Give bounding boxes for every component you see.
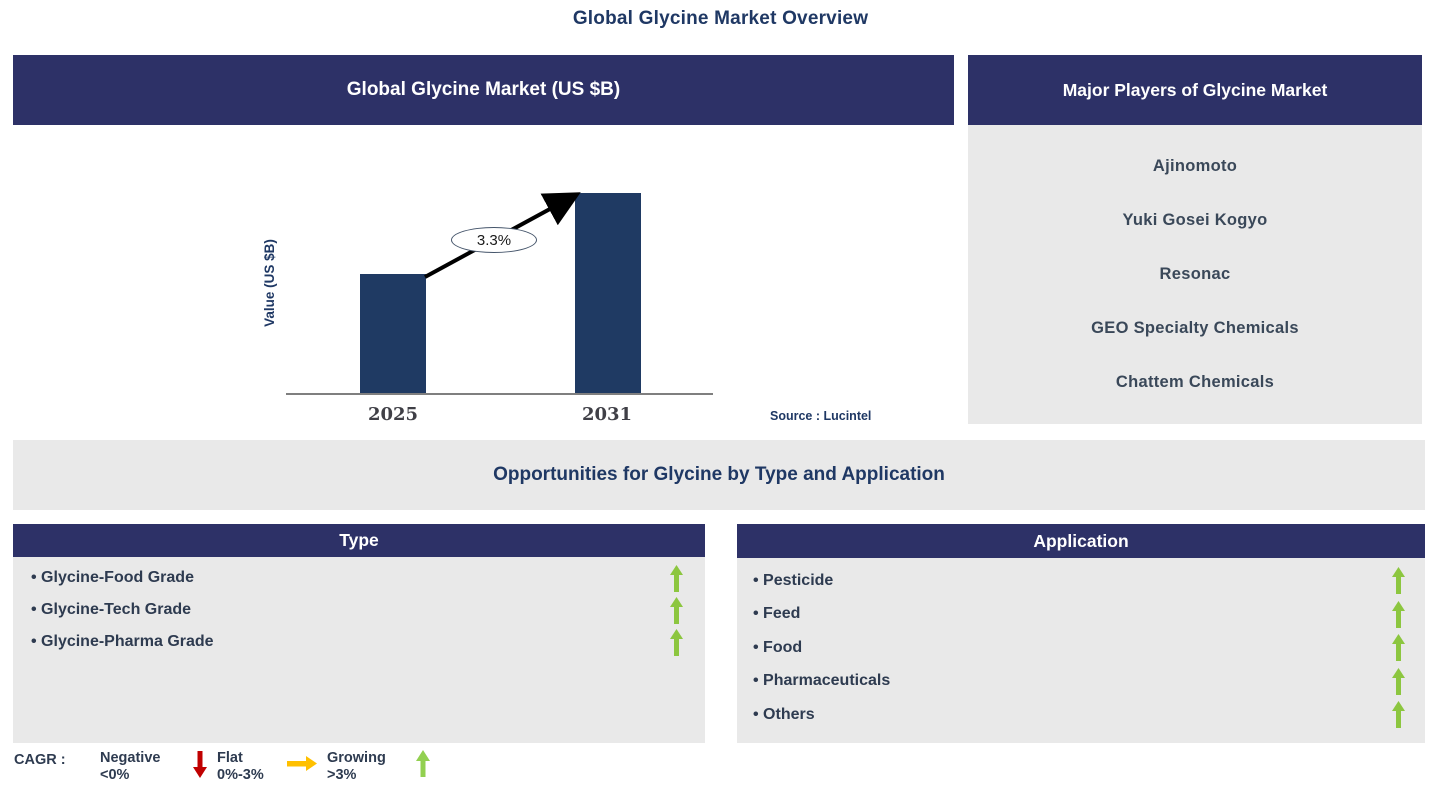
application-item-label: Pesticide	[753, 572, 1392, 590]
growing-up-arrow-icon	[1392, 701, 1405, 729]
application-item-row: Feed	[753, 598, 1405, 632]
players-panel-header: Major Players of Glycine Market	[968, 55, 1422, 125]
player-name: Chattem Chemicals	[1115, 373, 1275, 392]
type-item-row: Glycine-Pharma Grade	[31, 626, 683, 658]
growing-up-arrow-icon	[670, 596, 683, 624]
growing-up-arrow-icon	[670, 628, 683, 656]
growing-up-arrow-icon	[1392, 600, 1405, 628]
application-item-row: Food	[753, 631, 1405, 665]
application-panel-body: Pesticide Feed Food Pharmaceuticals Othe…	[737, 558, 1425, 743]
type-panel-body: Glycine-Food Grade Glycine-Tech Grade Gl…	[13, 557, 705, 743]
x-tick-2031: 2031	[581, 404, 633, 425]
player-name: Yuki Gosei Kogyo	[1122, 210, 1268, 229]
application-item-row: Pesticide	[753, 564, 1405, 598]
negative-down-arrow-icon	[193, 750, 207, 778]
legend-negative: Negative <0%	[100, 750, 183, 783]
application-item-label: Food	[753, 639, 1392, 657]
growing-up-arrow-icon	[416, 750, 430, 778]
legend-growing: Growing >3%	[327, 750, 406, 783]
legend-flat-range: 0%-3%	[217, 766, 264, 783]
type-item-label: Glycine-Pharma Grade	[31, 633, 670, 651]
x-tick-2025: 2025	[367, 404, 419, 425]
legend-growing-range: >3%	[327, 766, 357, 783]
type-item-label: Glycine-Tech Grade	[31, 601, 670, 619]
cagr-legend-label: CAGR :	[14, 752, 66, 768]
type-item-label: Glycine-Food Grade	[31, 569, 670, 587]
opportunities-banner: Opportunities for Glycine by Type and Ap…	[13, 440, 1425, 510]
flat-right-arrow-icon	[287, 756, 317, 771]
legend-flat: Flat 0%-3%	[217, 750, 277, 783]
application-item-label: Feed	[753, 605, 1392, 623]
legend-growing-name: Growing	[327, 750, 386, 766]
player-name: Resonac	[1159, 264, 1231, 283]
legend-flat-name: Flat	[217, 750, 243, 766]
growing-up-arrow-icon	[1392, 667, 1405, 695]
cagr-legend: CAGR : Negative <0% Flat 0%-3% Growing >…	[14, 750, 440, 783]
chart-y-axis-label: Value (US $B)	[262, 239, 277, 327]
application-item-row: Pharmaceuticals	[753, 665, 1405, 699]
application-panel-header: Application	[737, 524, 1425, 558]
type-item-row: Glycine-Food Grade	[31, 562, 683, 594]
player-name: GEO Specialty Chemicals	[1091, 319, 1299, 338]
application-item-row: Others	[753, 698, 1405, 732]
source-note: Source : Lucintel	[770, 409, 872, 423]
growing-up-arrow-icon	[1392, 567, 1405, 595]
type-panel-header: Type	[13, 524, 705, 557]
players-panel-body: Ajinomoto Yuki Gosei Kogyo Resonac GEO S…	[968, 125, 1422, 424]
page-title: Global Glycine Market Overview	[572, 8, 869, 29]
application-item-label: Others	[753, 706, 1392, 724]
legend-negative-range: <0%	[100, 766, 130, 783]
growth-arrow	[424, 192, 581, 279]
application-item-label: Pharmaceuticals	[753, 672, 1392, 690]
cagr-annotation-ellipse: 3.3%	[451, 227, 537, 253]
chart-panel-header: Global Glycine Market (US $B)	[13, 55, 954, 125]
player-name: Ajinomoto	[1152, 156, 1238, 175]
type-item-row: Glycine-Tech Grade	[31, 594, 683, 626]
infographic-canvas: Global Glycine Market Overview Global Gl…	[0, 0, 1441, 787]
growing-up-arrow-icon	[1392, 634, 1405, 662]
growing-up-arrow-icon	[670, 564, 683, 592]
legend-negative-name: Negative	[100, 750, 161, 766]
